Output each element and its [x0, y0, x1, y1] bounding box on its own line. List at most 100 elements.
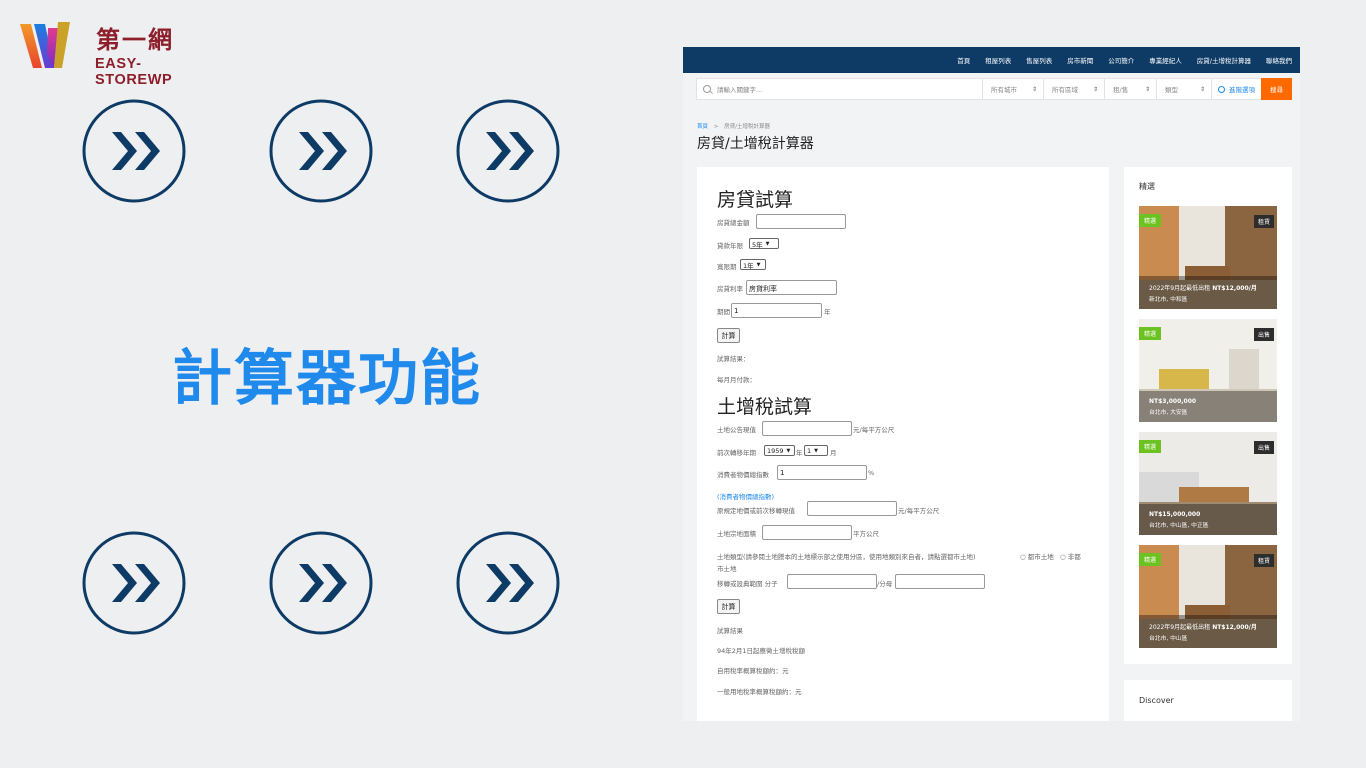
urban-land-label: 都市土地 [1027, 553, 1054, 561]
self-use-tax-text: 自用稅率概算稅額約：元 [717, 667, 789, 675]
breadcrumb-separator: > [713, 124, 719, 130]
non-urban-land-radio[interactable]: ○ 非都 [1060, 551, 1081, 561]
urban-land-radio[interactable]: ○ 都市土地 [1020, 551, 1054, 561]
district-select-value: 所有區域 [1052, 86, 1078, 94]
interest-rate-label: 房貸利率 [717, 285, 743, 293]
double-chevron-right-icon [269, 531, 373, 635]
card-price: NT$15,000,000 [1149, 511, 1200, 518]
rent-sale-select-value: 租/售 [1113, 86, 1129, 94]
district-select[interactable]: 所有區域 ⇕ [1043, 79, 1104, 99]
type-select-value: 類型 [1165, 86, 1178, 94]
listing-type-tag: 出售 [1253, 328, 1274, 341]
double-chevron-right-icon [82, 531, 186, 635]
nav-about[interactable]: 公司簡介 [1108, 55, 1134, 65]
loan-years-label: 貸款年限 [717, 242, 743, 250]
search-input[interactable]: 請輸入關鍵字... [697, 79, 982, 99]
period-label: 期間 [717, 308, 730, 316]
brand-cn-name: 第一網 [96, 25, 174, 54]
transfer-year-unit: 年 [796, 449, 803, 457]
gear-icon [1218, 85, 1225, 93]
updown-icon: ⇕ [1199, 85, 1205, 93]
breadcrumb: 首頁 > 房貸/土增稅計算器 [697, 122, 770, 130]
interest-rate-input[interactable]: 房貸利率 [746, 280, 837, 295]
calculator-panel: 房貸試算 房貸總金額 貸款年限 5年 ▼ 寬限期 1年 ▼ 房貸利率 房貸利率 期間… [697, 167, 1109, 721]
mortgage-result-label: 試算結果： [717, 355, 750, 363]
land-tax-heading: 土增稅試算 [717, 396, 813, 418]
transfer-year-select[interactable]: 1959 ▼ [764, 445, 795, 456]
cpi-unit: % [868, 469, 875, 477]
share-numerator-input[interactable] [787, 574, 877, 589]
promo-title: 計算器功能 [172, 344, 482, 414]
land-tax-calc-button[interactable]: 計算 [717, 599, 740, 614]
price-prefix: 2022年9月起最低出租 [1149, 285, 1211, 292]
featured-badge: 精選 [1139, 553, 1162, 566]
nav-sale-list[interactable]: 售屋列表 [1026, 55, 1052, 65]
rent-sale-select[interactable]: 租/售 ⇕ [1104, 79, 1156, 99]
original-value-input[interactable] [807, 501, 897, 516]
nav-rent-list[interactable]: 租屋列表 [985, 55, 1011, 65]
general-tax-text: 一般用地稅率概算稅額約：元 [717, 688, 802, 696]
w-logo-icon [20, 22, 70, 68]
city-select[interactable]: 所有城市 ⇕ [982, 79, 1043, 99]
advanced-options-label: 進階選項 [1229, 86, 1255, 94]
land-tax-result-label: 試算結果 [717, 627, 743, 635]
double-chevron-right-icon [82, 99, 186, 203]
card-location: 台北市, 中山區, 中正區 [1149, 523, 1209, 529]
card-price: 2022年9月起最低出租 NT$12,000/月 [1149, 283, 1257, 292]
type-select[interactable]: 類型 ⇕ [1156, 79, 1211, 99]
listing-type-tag: 出售 [1253, 441, 1274, 454]
period-input[interactable]: 1 [731, 303, 822, 318]
mortgage-heading: 房貸試算 [717, 189, 794, 211]
transfer-month-select[interactable]: 1 ▼ [804, 445, 828, 456]
card-location: 新北市, 中和區 [1149, 297, 1188, 303]
property-card[interactable]: 精選 租賃 2022年9月起最低出租 NT$12,000/月 新北市, 中和區 [1139, 206, 1277, 309]
nav-home[interactable]: 首頁 [957, 55, 970, 65]
featured-badge: 精選 [1139, 440, 1162, 453]
search-placeholder: 請輸入關鍵字... [717, 86, 763, 94]
property-card[interactable]: 精選 租賃 2022年9月起最低出租 NT$12,000/月 台北市, 中山區 [1139, 545, 1277, 648]
announced-value-input[interactable] [762, 421, 852, 436]
monthly-payment-label: 每月月付款： [717, 376, 756, 384]
loan-years-select[interactable]: 5年 ▼ [749, 238, 779, 249]
price-value: NT$12,000/月 [1212, 285, 1257, 292]
cpi-link[interactable]: (消費者物價總指數) [717, 491, 774, 501]
share-numerator-label: 移轉或設典範圍 分子 [717, 580, 778, 588]
nav-contact[interactable]: 聯絡我們 [1266, 55, 1292, 65]
featured-badge: 精選 [1139, 327, 1162, 340]
price-value: NT$3,000,000 [1149, 398, 1197, 405]
featured-badge: 精選 [1139, 214, 1162, 227]
announced-value-unit: 元/每平方公尺 [853, 426, 895, 434]
updown-icon: ⇕ [1031, 85, 1037, 93]
land-area-input[interactable] [762, 525, 852, 540]
search-button[interactable]: 搜尋 [1261, 78, 1292, 100]
property-card[interactable]: 精選 出售 NT$3,000,000 台北市, 大安區 [1139, 319, 1277, 422]
transfer-month-value: 1 [807, 446, 812, 455]
land-type-label: 土地類型(請參閱土地謄本的土地標示部之使用分區，使用地類別來自者，請點選都市土地… [717, 553, 976, 561]
grace-period-value: 1年 [743, 261, 754, 270]
grace-period-select[interactable]: 1年 ▼ [740, 259, 766, 270]
share-denominator-input[interactable] [895, 574, 985, 589]
listing-type-tag: 租賃 [1253, 554, 1274, 567]
loan-amount-input[interactable] [756, 214, 846, 229]
updown-icon: ⇕ [1144, 85, 1150, 93]
featured-sidebar: 精選 精選 租賃 2022年9月起最低出租 NT$12,000/月 新北市, 中… [1124, 167, 1292, 664]
land-area-unit: 平方公尺 [853, 530, 879, 538]
mortgage-calc-button[interactable]: 計算 [717, 328, 740, 343]
nav-agents[interactable]: 專業經紀人 [1149, 55, 1182, 65]
breadcrumb-home[interactable]: 首頁 [697, 124, 708, 130]
double-chevron-right-icon [456, 531, 560, 635]
double-chevron-right-icon [269, 99, 373, 203]
land-area-label: 土地宗地面積 [717, 530, 756, 538]
nav-news[interactable]: 房市新聞 [1067, 55, 1093, 65]
loan-amount-label: 房貸總金額 [717, 219, 750, 227]
land-type-continued: 市土地 [717, 565, 737, 573]
card-location: 台北市, 中山區 [1149, 636, 1188, 642]
loan-years-value: 5年 [752, 240, 763, 249]
advanced-options-button[interactable]: 進階選項 [1211, 79, 1261, 99]
property-card[interactable]: 精選 出售 NT$15,000,000 台北市, 中山區, 中正區 [1139, 432, 1277, 535]
land-tax-note: 94年2月1日起應徵土增稅稅額 [717, 647, 806, 655]
page-title: 房貸/土增稅計算器 [697, 136, 814, 152]
brand-en-name: EASY-STOREWP [95, 56, 173, 88]
cpi-input[interactable]: 1 [777, 465, 867, 480]
nav-calculator[interactable]: 房貸/土增稅計算器 [1197, 55, 1251, 65]
